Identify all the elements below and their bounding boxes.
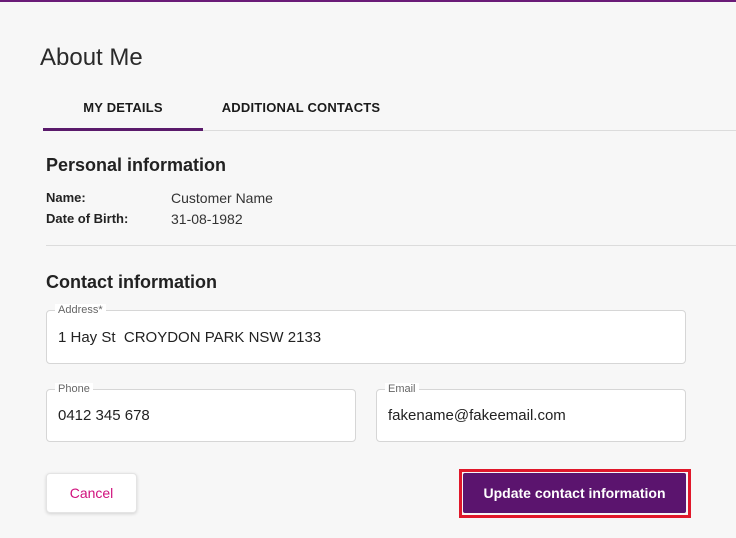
page-title: About Me bbox=[40, 44, 143, 71]
dob-value: 31-08-1982 bbox=[171, 211, 243, 227]
address-field[interactable]: Address* 1 Hay St CROYDON PARK NSW 2133 bbox=[46, 304, 686, 364]
personal-information-heading: Personal information bbox=[46, 155, 227, 175]
phone-input[interactable]: 0412 345 678 bbox=[58, 390, 150, 441]
email-input[interactable]: fakename@fakeemail.com bbox=[388, 390, 566, 441]
section-divider bbox=[46, 245, 736, 246]
name-value: Customer Name bbox=[171, 190, 273, 206]
cancel-button[interactable]: Cancel bbox=[46, 473, 137, 513]
update-contact-information-button[interactable]: Update contact information bbox=[463, 473, 686, 513]
address-input[interactable]: 1 Hay St CROYDON PARK NSW 2133 bbox=[58, 311, 321, 363]
tab-my-details[interactable]: MY DETAILS bbox=[43, 84, 203, 131]
top-accent-bar bbox=[0, 0, 736, 2]
dob-label: Date of Birth: bbox=[46, 211, 129, 226]
tab-bar: MY DETAILS ADDITIONAL CONTACTS bbox=[43, 84, 736, 131]
phone-field[interactable]: Phone 0412 345 678 bbox=[46, 383, 356, 442]
name-label: Name: bbox=[46, 190, 86, 205]
tab-additional-contacts[interactable]: ADDITIONAL CONTACTS bbox=[221, 84, 381, 130]
contact-information-heading: Contact information bbox=[46, 272, 217, 292]
email-field[interactable]: Email fakename@fakeemail.com bbox=[376, 383, 686, 442]
